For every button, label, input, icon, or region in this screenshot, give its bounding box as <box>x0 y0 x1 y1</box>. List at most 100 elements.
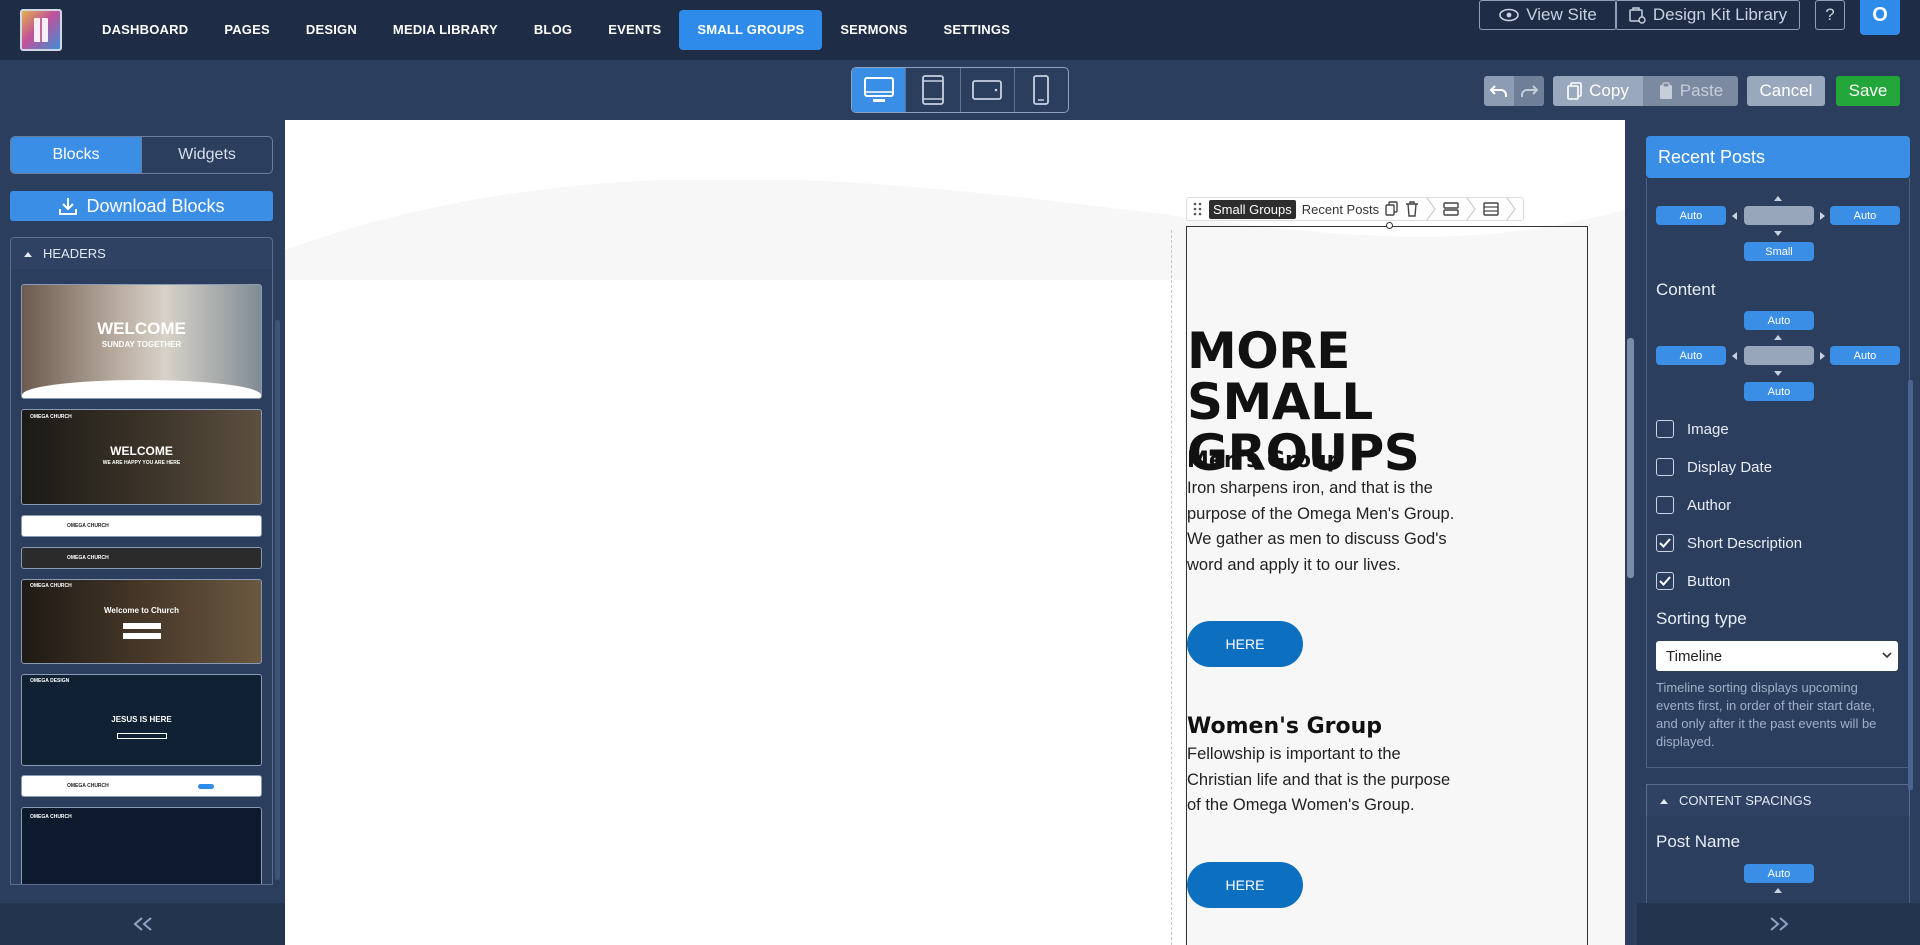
undo-button[interactable] <box>1484 76 1514 106</box>
block-thumb-nav-button[interactable]: OMEGA CHURCH <box>21 775 262 797</box>
post-title[interactable]: Men's Group <box>1187 448 1457 473</box>
content-spacing-top[interactable]: Auto <box>1744 311 1814 330</box>
view-site-label: View Site <box>1526 5 1597 24</box>
block-thumb-jesus-is-here[interactable]: OMEGA DESIGN JESUS IS HERE <box>21 674 262 766</box>
mobile-view-button[interactable] <box>1015 68 1068 112</box>
save-button[interactable]: Save <box>1836 76 1900 106</box>
view-site-button[interactable]: View Site <box>1479 0 1617 30</box>
thumb-button <box>117 733 167 739</box>
redo-button[interactable] <box>1514 76 1544 106</box>
properties-panel: Recent Posts Auto Auto Small Content Aut… <box>1637 120 1920 945</box>
trash-icon[interactable] <box>1405 201 1419 217</box>
arrow-right-icon <box>1820 212 1825 220</box>
button-checkbox-label: Button <box>1687 573 1731 590</box>
tablet-view-button[interactable] <box>906 68 961 112</box>
block-thumb-dark-grid[interactable]: OMEGA CHURCH <box>21 807 262 884</box>
download-blocks-button[interactable]: Download Blocks <box>10 191 273 221</box>
help-button[interactable]: ? <box>1815 0 1845 30</box>
post-button[interactable]: HERE <box>1187 862 1303 908</box>
main-menu: DASHBOARD PAGES DESIGN MEDIA LIBRARY BLO… <box>84 10 1028 50</box>
chevron-right-icon <box>1506 197 1516 221</box>
nav-small-groups[interactable]: SMALL GROUPS <box>679 10 823 50</box>
nav-pages[interactable]: PAGES <box>206 10 288 50</box>
nav-events[interactable]: EVENTS <box>590 10 679 50</box>
short-description-checkbox-label: Short Description <box>1687 535 1803 552</box>
copy-icon <box>1567 82 1582 100</box>
canvas-scroll-thumb[interactable] <box>1627 338 1634 578</box>
copy-button[interactable]: Copy <box>1553 76 1643 106</box>
sorting-help-text: Timeline sorting displays upcoming event… <box>1656 680 1877 749</box>
thumb-brand: OMEGA CHURCH <box>30 583 72 589</box>
post-name-spacing-top[interactable]: Auto <box>1744 864 1814 883</box>
nav-design[interactable]: DESIGN <box>288 10 375 50</box>
desktop-view-button[interactable] <box>852 68 907 112</box>
design-kit-button[interactable]: Design Kit Library <box>1615 0 1800 30</box>
image-checkbox[interactable] <box>1656 420 1674 438</box>
resize-handle[interactable] <box>1386 222 1393 229</box>
nav-settings[interactable]: SETTINGS <box>925 10 1028 50</box>
collapse-left-panel-button[interactable] <box>0 903 285 945</box>
arrow-right-icon <box>1820 352 1825 360</box>
nav-blog[interactable]: BLOG <box>516 10 590 50</box>
design-kit-icon <box>1629 7 1646 24</box>
user-avatar[interactable]: O <box>1860 0 1900 35</box>
author-checkbox[interactable] <box>1656 496 1674 514</box>
download-icon <box>59 198 78 215</box>
spacing-left[interactable]: Auto <box>1656 206 1726 225</box>
nav-dashboard[interactable]: DASHBOARD <box>84 10 206 50</box>
paste-button[interactable]: Paste <box>1643 76 1738 106</box>
cancel-button[interactable]: Cancel <box>1747 76 1825 106</box>
headers-section-toggle[interactable]: HEADERS <box>10 237 273 269</box>
sorting-type-select[interactable]: Timeline <box>1656 641 1898 671</box>
sorting-type-value: Timeline <box>1666 647 1723 665</box>
button-checkbox[interactable] <box>1656 572 1674 590</box>
content-spacing-right[interactable]: Auto <box>1830 346 1900 365</box>
author-checkbox-label: Author <box>1687 497 1732 514</box>
content-spacing-bottom[interactable]: Auto <box>1744 382 1814 401</box>
caret-up-icon <box>1660 798 1668 804</box>
block-thumb-welcome-church[interactable]: OMEGA CHURCH Welcome to Church <box>21 579 262 664</box>
blocks-scrollbar[interactable] <box>275 320 280 880</box>
post-button[interactable]: HERE <box>1187 621 1303 667</box>
collapse-right-panel-button[interactable] <box>1637 903 1920 945</box>
display-date-checkbox[interactable] <box>1656 458 1674 476</box>
content-spacing-left[interactable]: Auto <box>1656 346 1726 365</box>
thumb-brand: OMEGA CHURCH <box>67 523 109 529</box>
content-spacing-center <box>1744 346 1814 365</box>
thumb-button <box>198 784 214 789</box>
block-thumb-welcome-photo[interactable]: WELCOME SUNDAY TOGETHER <box>21 284 262 399</box>
duplicate-icon[interactable] <box>1385 201 1399 217</box>
spacing-right[interactable]: Auto <box>1830 206 1900 225</box>
short-description-checkbox[interactable] <box>1656 534 1674 552</box>
thumb-title: WELCOME <box>97 319 186 338</box>
block-thumb-nav-light[interactable]: OMEGA CHURCH <box>21 515 262 537</box>
app-logo[interactable] <box>20 9 62 51</box>
drag-handle-icon[interactable] <box>1193 202 1203 216</box>
row-icon[interactable] <box>1483 202 1499 216</box>
tab-blocks[interactable]: Blocks <box>11 137 141 173</box>
block-thumb-nav-dark[interactable]: OMEGA CHURCH <box>21 547 262 569</box>
block-thumb-welcome-dark[interactable]: OMEGA CHURCH WELCOME WE ARE HAPPY YOU AR… <box>21 409 262 505</box>
section-icon[interactable] <box>1443 202 1459 216</box>
properties-scrollbar[interactable] <box>1908 380 1913 790</box>
nav-media-library[interactable]: MEDIA LIBRARY <box>375 10 516 50</box>
nav-sermons[interactable]: SERMONS <box>822 10 925 50</box>
tablet-landscape-view-button[interactable] <box>961 68 1015 112</box>
properties-title: Recent Posts <box>1646 136 1910 178</box>
thumb-brand: OMEGA DESIGN <box>30 678 70 684</box>
spacing-bottom[interactable]: Small <box>1744 242 1814 261</box>
thumb-subtitle: SUNDAY TOGETHER <box>101 340 182 349</box>
canvas-scrollbar[interactable] <box>1625 120 1637 945</box>
post-card: Women's Group Fellowship is important to… <box>1187 714 1457 819</box>
content-spacings-toggle[interactable]: CONTENT SPACINGS <box>1646 784 1910 816</box>
tab-widgets[interactable]: Widgets <box>141 137 272 173</box>
post-name-label: Post Name <box>1656 832 1741 851</box>
post-title[interactable]: Women's Group <box>1187 714 1457 739</box>
breadcrumb-parent[interactable]: Small Groups <box>1209 199 1296 219</box>
device-switcher <box>851 67 1069 113</box>
chevron-down-icon <box>1882 652 1892 659</box>
thumb-subtitle: WE ARE HAPPY YOU ARE HERE <box>102 460 181 466</box>
undo-icon <box>1489 85 1507 97</box>
blocks-panel: Blocks Widgets Download Blocks HEADERS W… <box>0 120 285 945</box>
breadcrumb-current[interactable]: Recent Posts <box>1302 202 1379 217</box>
